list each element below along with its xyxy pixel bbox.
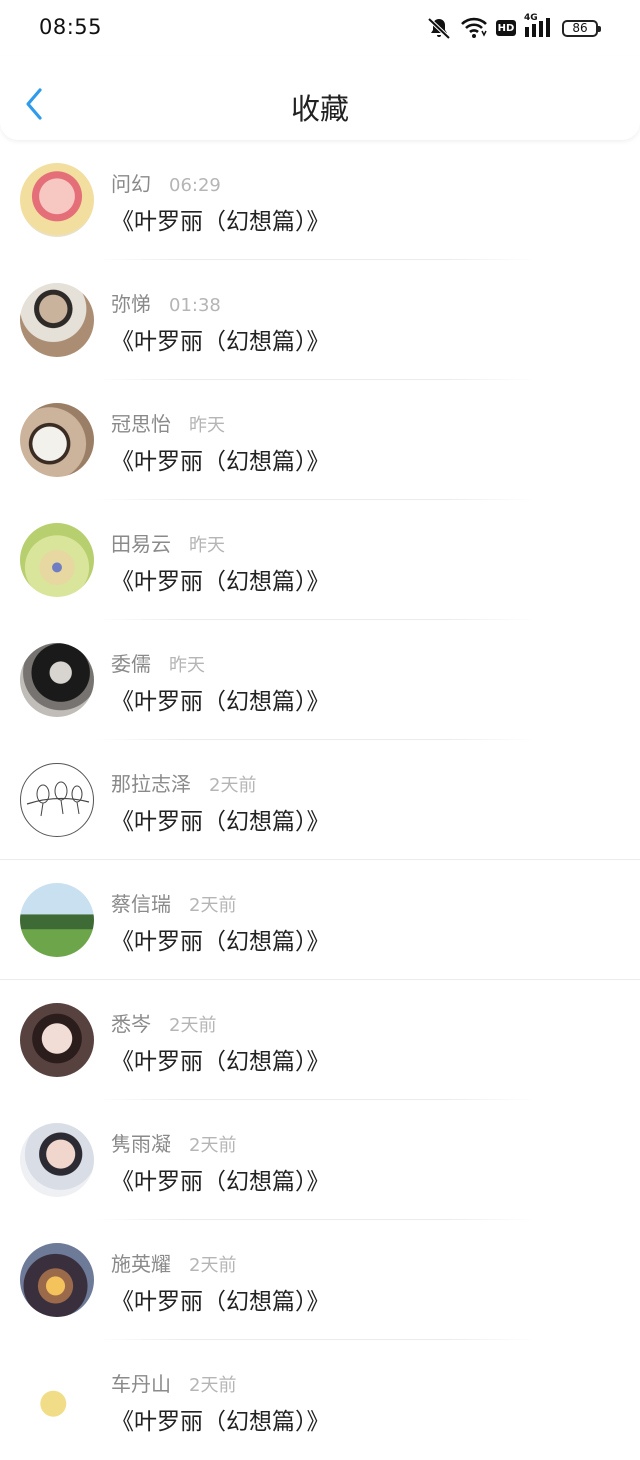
battery-icon: 86 <box>562 19 601 37</box>
avatar <box>20 1243 94 1317</box>
avatar <box>20 643 94 717</box>
list-item[interactable]: 蔡信瑞 2天前 《叶罗丽（幻想篇）》 <box>0 860 640 980</box>
timestamp: 01:38 <box>169 295 221 316</box>
item-content: 《叶罗丽（幻想篇）》 <box>111 689 330 715</box>
list-item[interactable]: 车丹山 2天前 《叶罗丽（幻想篇）》 <box>0 1340 640 1460</box>
author-name: 委儒 <box>111 652 151 676</box>
author-name: 隽雨凝 <box>111 1132 171 1156</box>
avatar <box>20 283 94 357</box>
author-name: 车丹山 <box>111 1372 171 1396</box>
sketch-birds-icon <box>26 781 90 817</box>
page-title: 收藏 <box>290 92 349 126</box>
item-content: 《叶罗丽（幻想篇）》 <box>111 1289 330 1315</box>
author-name: 冠思怡 <box>111 412 171 436</box>
status-icons: HD 4G 86 <box>426 13 601 40</box>
wifi-icon <box>460 17 488 39</box>
timestamp: 2天前 <box>189 895 237 916</box>
list-item[interactable]: 冠思怡 昨天 《叶罗丽（幻想篇）》 <box>0 380 640 500</box>
item-meta: 施英耀 2天前 <box>111 1248 236 1277</box>
item-meta: 冠思怡 昨天 <box>111 408 225 437</box>
timestamp: 2天前 <box>189 1255 237 1276</box>
avatar <box>20 1003 94 1077</box>
item-meta: 问幻 06:29 <box>111 168 221 197</box>
avatar <box>20 523 94 597</box>
author-name: 那拉志泽 <box>111 772 191 796</box>
timestamp: 2天前 <box>169 1015 217 1036</box>
item-meta: 蔡信瑞 2天前 <box>111 888 236 917</box>
status-time: 08:55 <box>39 15 103 39</box>
avatar <box>20 163 94 237</box>
list-item[interactable]: 施英耀 2天前 《叶罗丽（幻想篇）》 <box>0 1220 640 1340</box>
item-meta: 车丹山 2天前 <box>111 1368 236 1397</box>
list-item[interactable]: 问幻 06:29 《叶罗丽（幻想篇）》 <box>0 140 640 260</box>
avatar <box>20 1363 94 1437</box>
timestamp: 昨天 <box>189 415 225 436</box>
item-content: 《叶罗丽（幻想篇）》 <box>111 569 330 595</box>
item-meta: 隽雨凝 2天前 <box>111 1128 236 1157</box>
author-name: 弥悌 <box>111 292 151 316</box>
item-content: 《叶罗丽（幻想篇）》 <box>111 209 330 235</box>
item-meta: 田易云 昨天 <box>111 528 225 557</box>
author-name: 悉岑 <box>111 1012 151 1036</box>
list-item[interactable]: 那拉志泽 2天前 《叶罗丽（幻想篇）》 <box>0 740 640 860</box>
list-item[interactable]: 委儒 昨天 《叶罗丽（幻想篇）》 <box>0 620 640 740</box>
timestamp: 06:29 <box>169 175 221 196</box>
hd-icon: HD <box>496 20 516 36</box>
item-content: 《叶罗丽（幻想篇）》 <box>111 929 330 955</box>
timestamp: 2天前 <box>189 1375 237 1396</box>
list-item[interactable]: 弥悌 01:38 《叶罗丽（幻想篇）》 <box>0 260 640 380</box>
author-name: 蔡信瑞 <box>111 892 171 916</box>
avatar <box>20 403 94 477</box>
author-name: 田易云 <box>111 532 171 556</box>
author-name: 问幻 <box>111 172 151 196</box>
timestamp: 2天前 <box>209 775 257 796</box>
author-name: 施英耀 <box>111 1252 171 1276</box>
avatar <box>20 763 94 837</box>
item-meta: 那拉志泽 2天前 <box>111 768 256 797</box>
list-item[interactable]: 悉岑 2天前 《叶罗丽（幻想篇）》 <box>0 980 640 1100</box>
timestamp: 2天前 <box>189 1135 237 1156</box>
avatar <box>20 883 94 957</box>
item-meta: 悉岑 2天前 <box>111 1008 216 1037</box>
status-bar: 08:55 HD 4G 86 <box>0 0 640 56</box>
timestamp: 昨天 <box>169 655 205 676</box>
item-content: 《叶罗丽（幻想篇）》 <box>111 1049 330 1075</box>
timestamp: 昨天 <box>189 535 225 556</box>
list-item[interactable]: 田易云 昨天 《叶罗丽（幻想篇）》 <box>0 500 640 620</box>
header: 收藏 <box>0 56 640 140</box>
item-content: 《叶罗丽（幻想篇）》 <box>111 329 330 355</box>
list-item[interactable]: 隽雨凝 2天前 《叶罗丽（幻想篇）》 <box>0 1100 640 1220</box>
item-content: 《叶罗丽（幻想篇）》 <box>111 809 330 835</box>
signal-icon: 4G <box>524 13 554 39</box>
favorites-list: 问幻 06:29 《叶罗丽（幻想篇）》 弥悌 01:38 《叶罗丽（幻想篇）》 … <box>0 140 640 1460</box>
item-meta: 委儒 昨天 <box>111 648 205 677</box>
mute-icon <box>426 16 452 40</box>
item-content: 《叶罗丽（幻想篇）》 <box>111 1409 330 1435</box>
item-content: 《叶罗丽（幻想篇）》 <box>111 449 330 475</box>
item-meta: 弥悌 01:38 <box>111 288 221 317</box>
item-content: 《叶罗丽（幻想篇）》 <box>111 1169 330 1195</box>
avatar <box>20 1123 94 1197</box>
